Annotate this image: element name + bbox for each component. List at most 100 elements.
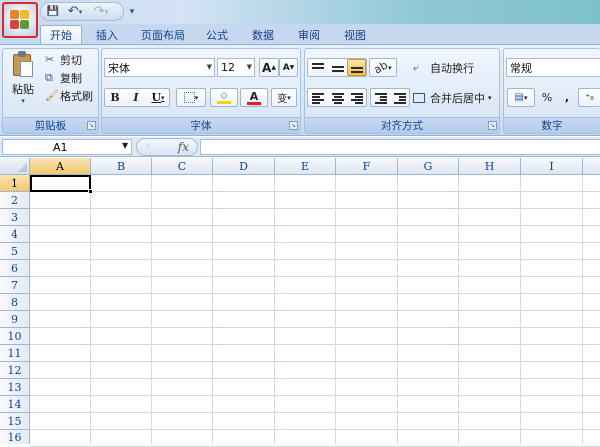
merge-center-button[interactable]: 合并后居中 ▾	[413, 88, 497, 107]
tab-formulas[interactable]: 公式	[200, 25, 234, 44]
middle-align-icon[interactable]	[328, 59, 347, 76]
copy-icon: ⧉	[45, 70, 53, 84]
scissors-icon: ✂	[45, 53, 55, 66]
row-header-3[interactable]: 3	[0, 209, 30, 226]
top-align-icon[interactable]	[308, 59, 327, 76]
column-header-next[interactable]	[583, 158, 600, 175]
select-all-button[interactable]	[0, 158, 30, 175]
chevron-down-icon: ▼	[246, 63, 252, 71]
phonetic-button[interactable]: 变 ▾	[271, 88, 297, 107]
decrease-indent-icon[interactable]	[371, 89, 390, 106]
tab-data[interactable]: 数据	[246, 25, 280, 44]
chevron-down-icon[interactable]: ▼	[122, 141, 128, 150]
shrink-font-button[interactable]: A ▼	[279, 58, 298, 77]
expand-icon: ◦	[145, 141, 151, 152]
row-header-8[interactable]: 8	[0, 294, 30, 311]
grid-row-line	[30, 378, 600, 379]
currency-icon: ▤	[514, 92, 524, 103]
align-left-icon[interactable]	[308, 89, 327, 106]
tab-review[interactable]: 审阅	[292, 25, 326, 44]
currency-button[interactable]: ▤ ▾	[507, 88, 535, 107]
row-header-6[interactable]: 6	[0, 260, 30, 277]
tab-insert[interactable]: 插入	[90, 25, 124, 44]
row-header-4[interactable]: 4	[0, 226, 30, 243]
borders-button[interactable]: ▾	[176, 88, 206, 107]
font-color-button[interactable]: A	[240, 88, 268, 107]
orientation-button[interactable]: ab ▾	[369, 58, 397, 77]
column-header-h[interactable]: H	[459, 158, 521, 175]
grid-row-line	[30, 276, 600, 277]
dialog-launcher-icon[interactable]: ↘	[289, 121, 298, 130]
undo-icon[interactable]: ↶ ▾	[64, 3, 86, 20]
grid-row-line	[30, 293, 600, 294]
grid-row-line	[30, 395, 600, 396]
row-header-16[interactable]: 16	[0, 430, 30, 444]
formula-input[interactable]	[200, 139, 600, 155]
align-right-icon[interactable]	[347, 89, 366, 106]
row-header-5[interactable]: 5	[0, 243, 30, 260]
active-cell[interactable]	[30, 175, 91, 192]
percent-button[interactable]: %	[537, 89, 557, 106]
column-header-f[interactable]: F	[336, 158, 398, 175]
tab-home[interactable]: 开始	[40, 25, 82, 44]
row-header-9[interactable]: 9	[0, 311, 30, 328]
cut-button[interactable]: ✂ 剪切	[44, 51, 96, 68]
font-name-combo[interactable]: 宋体 ▼	[104, 58, 215, 77]
column-header-i[interactable]: I	[521, 158, 583, 175]
fx-icon: fx	[177, 140, 189, 154]
grow-font-button[interactable]: A ▲	[259, 58, 279, 77]
fill-color-button[interactable]: ◇	[210, 88, 238, 107]
column-header-a[interactable]: A	[30, 158, 91, 175]
insert-function-button[interactable]: ◦ fx	[136, 138, 198, 156]
comma-button[interactable]: ,	[559, 89, 575, 106]
font-size-combo[interactable]: 12 ▼	[217, 58, 255, 77]
underline-button[interactable]: U ▾	[147, 89, 169, 106]
row-header-10[interactable]: 10	[0, 328, 30, 345]
italic-button[interactable]: I	[126, 89, 146, 106]
grid-row-line	[30, 361, 600, 362]
bottom-align-icon[interactable]	[347, 59, 366, 76]
number-format-combo[interactable]: 常规	[506, 58, 600, 77]
fill-handle[interactable]	[88, 189, 93, 194]
redo-icon[interactable]: ↷ ▾	[89, 3, 113, 20]
copy-button[interactable]: ⧉ 复制	[44, 69, 96, 86]
row-header-14[interactable]: 14	[0, 396, 30, 413]
grid-row-line	[30, 225, 600, 226]
save-icon[interactable]: 💾	[44, 3, 62, 20]
name-box[interactable]: A1	[2, 139, 132, 155]
column-header-e[interactable]: E	[275, 158, 336, 175]
row-header-7[interactable]: 7	[0, 277, 30, 294]
wrap-text-button[interactable]: ⤶ 自动换行	[413, 58, 483, 77]
align-center-icon[interactable]	[328, 89, 347, 106]
clipboard-group-label: 剪贴板	[3, 117, 98, 133]
format-painter-button[interactable]: 🖌 格式刷	[44, 87, 96, 104]
column-header-g[interactable]: G	[398, 158, 459, 175]
tab-view[interactable]: 视图	[338, 25, 372, 44]
row-header-11[interactable]: 11	[0, 345, 30, 362]
row-header-1[interactable]: 1	[0, 175, 30, 192]
paste-button[interactable]: 粘贴 ▾	[6, 50, 40, 106]
font-group-label: 字体	[102, 117, 300, 133]
office-button[interactable]	[2, 2, 38, 38]
row-header-13[interactable]: 13	[0, 379, 30, 396]
grid-row-line	[30, 208, 600, 209]
row-header-2[interactable]: 2	[0, 192, 30, 209]
grid-row-line	[30, 412, 600, 413]
column-header-d[interactable]: D	[213, 158, 275, 175]
borders-icon	[183, 92, 195, 103]
row-header-15[interactable]: 15	[0, 413, 30, 430]
customize-toolbar-icon[interactable]: ▾	[127, 3, 137, 20]
dialog-launcher-icon[interactable]: ↘	[87, 121, 96, 130]
column-header-b[interactable]: B	[91, 158, 152, 175]
paste-dropdown-icon: ▾	[21, 97, 25, 105]
tab-page-layout[interactable]: 页面布局	[134, 25, 192, 44]
increase-indent-icon[interactable]	[390, 89, 409, 106]
column-header-c[interactable]: C	[152, 158, 213, 175]
bold-button[interactable]: B	[105, 89, 125, 106]
increase-decimal-button[interactable]: ⁺₀	[578, 88, 600, 107]
alignment-group-label: 对齐方式	[305, 117, 499, 133]
dialog-launcher-icon[interactable]: ↘	[488, 121, 497, 130]
grid-row-line	[30, 259, 600, 260]
row-header-12[interactable]: 12	[0, 362, 30, 379]
grid-row-line	[30, 344, 600, 345]
